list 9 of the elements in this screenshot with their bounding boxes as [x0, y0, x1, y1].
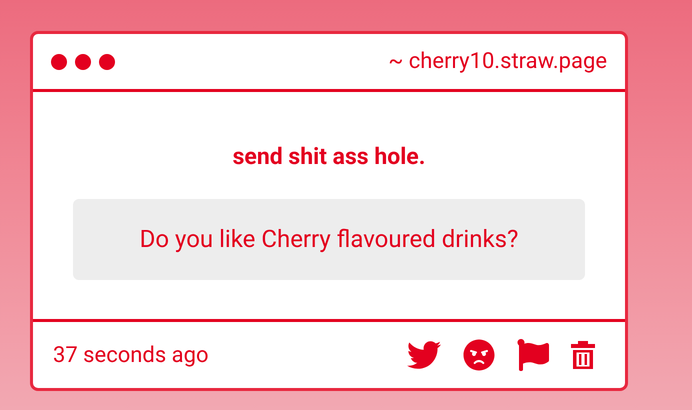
- site-domain[interactable]: ~ cherry10.straw.page: [388, 45, 607, 78]
- window-dots-icon: [51, 52, 115, 70]
- author-name: send shit ass hole.: [232, 142, 426, 172]
- timestamp: 37 seconds ago: [53, 342, 209, 370]
- message-text: Do you like Cherry flavoured drinks?: [73, 198, 585, 280]
- flag-icon[interactable]: [517, 339, 549, 371]
- angry-face-icon[interactable]: [463, 339, 495, 371]
- twitter-bird-icon[interactable]: [407, 338, 441, 372]
- trash-icon[interactable]: [571, 341, 595, 369]
